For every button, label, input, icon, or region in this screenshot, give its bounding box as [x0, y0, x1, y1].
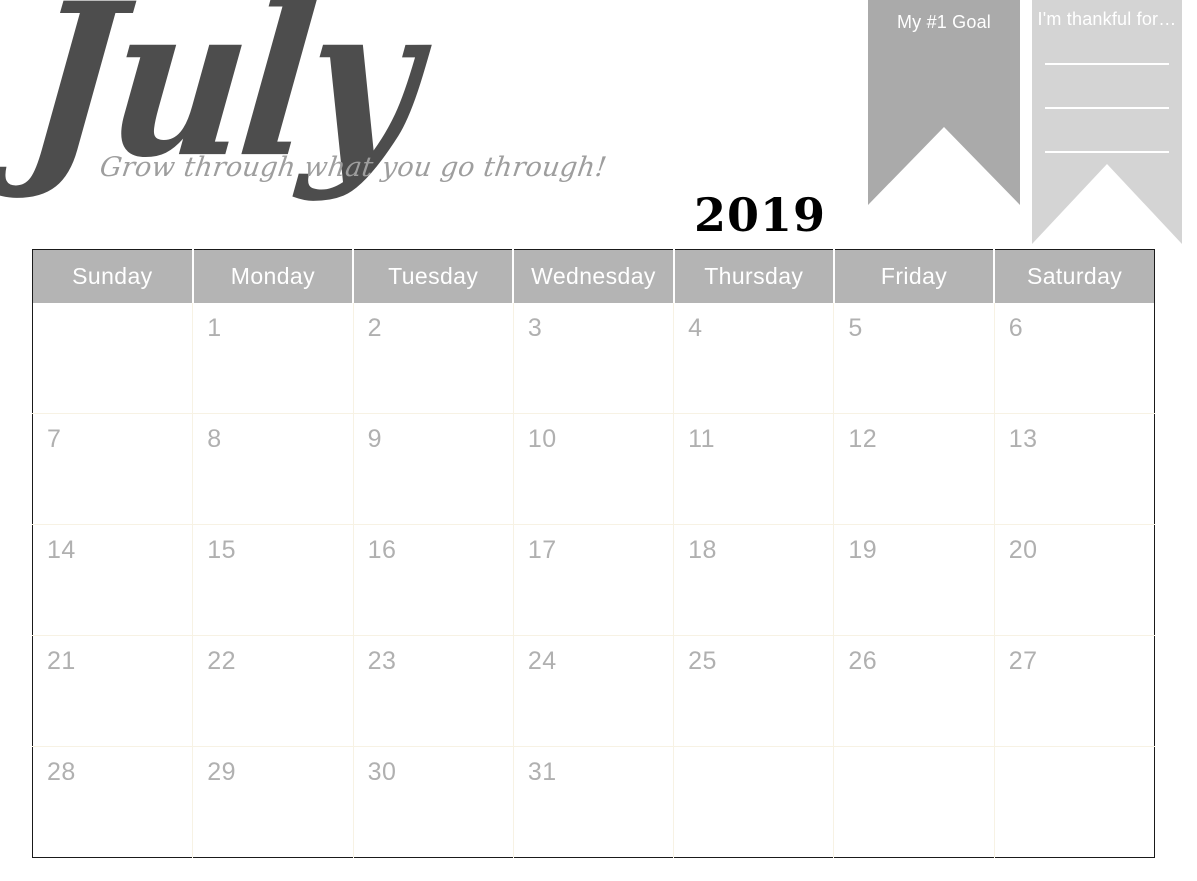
- calendar-day-cell[interactable]: 12: [833, 413, 995, 525]
- thankful-write-line[interactable]: [1045, 107, 1169, 109]
- calendar-day-cell[interactable]: 4: [673, 303, 835, 414]
- calendar-day-cell[interactable]: 10: [513, 413, 675, 525]
- calendar-day-cell[interactable]: 13: [994, 413, 1155, 525]
- calendar-day-cell[interactable]: 6: [994, 303, 1155, 414]
- calendar-day-cell[interactable]: 16: [353, 524, 514, 636]
- calendar-day-cell[interactable]: 20: [994, 524, 1155, 636]
- date-number: 29: [207, 758, 237, 786]
- month-title-block: July Grow through what you go through!: [16, 0, 609, 232]
- calendar-week-row: 7 8 9 10 11 12 13: [32, 413, 1155, 525]
- date-number: 11: [688, 425, 716, 453]
- goal-ribbon-title: My #1 Goal: [896, 12, 992, 32]
- calendar-day-cell[interactable]: 11: [673, 413, 835, 525]
- calendar-day-cell[interactable]: 29: [192, 746, 354, 858]
- thankful-write-line[interactable]: [1045, 63, 1169, 65]
- calendar-day-cell[interactable]: 2: [353, 303, 514, 414]
- calendar-day-cell[interactable]: [32, 303, 194, 414]
- calendar-week-row: 1 2 3 4 5 6: [32, 303, 1155, 414]
- date-number: 14: [47, 536, 76, 564]
- calendar-header: July Grow through what you go through! 2…: [0, 0, 1197, 248]
- date-number: 20: [1008, 536, 1038, 564]
- date-number: 31: [527, 758, 557, 786]
- date-number: 4: [688, 314, 703, 342]
- day-header-row: Sunday Monday Tuesday Wednesday Thursday…: [32, 249, 1155, 303]
- thankful-ribbon-point-icon: [1032, 164, 1182, 244]
- calendar-day-cell[interactable]: 23: [353, 635, 514, 747]
- date-number: 18: [688, 536, 717, 564]
- date-number: 23: [367, 647, 397, 675]
- date-number: 27: [1008, 647, 1038, 675]
- calendar-day-cell[interactable]: 7: [32, 413, 194, 525]
- calendar-week-row: 14 15 16 17 18 19 20: [32, 524, 1155, 636]
- thankful-ribbon: I'm thankful for…: [1032, 0, 1182, 244]
- thankful-ribbon-title: I'm thankful for…: [1037, 9, 1177, 29]
- date-number: 1: [207, 314, 222, 342]
- calendar-day-cell[interactable]: 9: [353, 413, 514, 525]
- year-label: 2019: [694, 188, 827, 242]
- goal-ribbon: My #1 Goal: [868, 0, 1020, 205]
- calendar-day-cell[interactable]: 5: [833, 303, 995, 414]
- calendar-day-cell[interactable]: [833, 746, 995, 858]
- date-number: 5: [848, 314, 863, 342]
- calendar-day-cell[interactable]: 14: [32, 524, 194, 636]
- calendar-head: Sunday Monday Tuesday Wednesday Thursday…: [32, 249, 1155, 303]
- date-number: 10: [527, 425, 557, 453]
- day-header-tuesday: Tuesday: [353, 249, 515, 303]
- calendar-day-cell[interactable]: [994, 746, 1155, 858]
- date-number: 30: [367, 758, 397, 786]
- date-number: 2: [367, 314, 382, 342]
- day-header-monday: Monday: [192, 249, 355, 303]
- calendar-day-cell[interactable]: 18: [673, 524, 835, 636]
- calendar-day-cell[interactable]: 26: [833, 635, 995, 747]
- calendar-day-cell[interactable]: 19: [833, 524, 995, 636]
- calendar-day-cell[interactable]: [673, 746, 835, 858]
- calendar-day-cell[interactable]: 25: [673, 635, 835, 747]
- date-number: 12: [848, 425, 878, 453]
- date-number: 6: [1008, 314, 1024, 342]
- date-number: 3: [527, 314, 543, 342]
- calendar-day-cell[interactable]: 15: [192, 524, 354, 636]
- date-number: 21: [47, 647, 76, 675]
- month-tagline: Grow through what you go through!: [97, 152, 609, 183]
- date-number: 15: [207, 536, 237, 564]
- day-header-wednesday: Wednesday: [513, 249, 675, 303]
- date-number: 25: [688, 647, 717, 675]
- calendar-day-cell[interactable]: 28: [32, 746, 194, 858]
- calendar-day-cell[interactable]: 24: [513, 635, 675, 747]
- date-number: 19: [848, 536, 878, 564]
- date-number: 22: [207, 647, 237, 675]
- date-number: 16: [367, 536, 397, 564]
- calendar-week-row: 21 22 23 24 25 26 27: [32, 635, 1155, 747]
- goal-ribbon-point-icon: [868, 127, 1020, 205]
- date-number: 13: [1008, 425, 1038, 453]
- date-number: 26: [848, 647, 878, 675]
- date-number: 9: [367, 425, 382, 453]
- calendar-day-cell[interactable]: 17: [513, 524, 675, 636]
- thankful-write-line[interactable]: [1045, 151, 1169, 153]
- calendar-day-cell[interactable]: 31: [513, 746, 675, 858]
- calendar-day-cell[interactable]: 30: [353, 746, 514, 858]
- calendar-day-cell[interactable]: 21: [32, 635, 194, 747]
- date-number: 28: [47, 758, 76, 786]
- day-header-thursday: Thursday: [673, 249, 835, 303]
- calendar-day-cell[interactable]: 8: [192, 413, 354, 525]
- calendar-day-cell[interactable]: 3: [513, 303, 675, 414]
- date-number: 8: [207, 425, 222, 453]
- day-header-sunday: Sunday: [32, 249, 194, 303]
- day-header-friday: Friday: [833, 249, 996, 303]
- date-number: 24: [527, 647, 557, 675]
- calendar-week-row: 28 29 30 31: [32, 746, 1155, 858]
- calendar-body: 1 2 3 4 5 6 7 8 9 10 11 12 13 14 15 16 1…: [32, 303, 1155, 858]
- day-header-saturday: Saturday: [994, 249, 1155, 303]
- calendar-day-cell[interactable]: 27: [994, 635, 1155, 747]
- calendar-day-cell[interactable]: 22: [192, 635, 354, 747]
- calendar-day-cell[interactable]: 1: [192, 303, 354, 414]
- date-number: 7: [47, 425, 62, 453]
- date-number: 17: [527, 536, 557, 564]
- calendar-grid: Sunday Monday Tuesday Wednesday Thursday…: [32, 249, 1155, 858]
